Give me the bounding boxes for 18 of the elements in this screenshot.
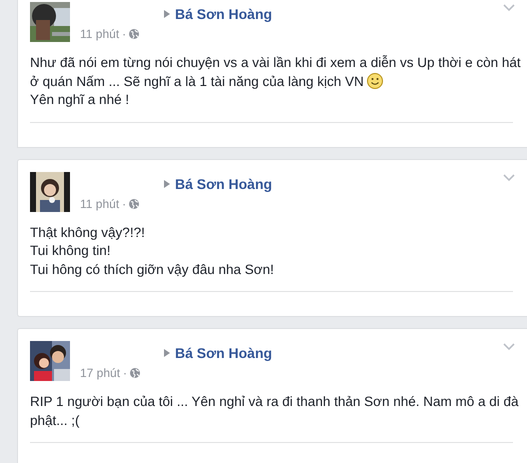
separator-dot: · (122, 196, 126, 210)
globe-icon (129, 29, 140, 39)
post-text: Yên nghĩ a nhé ! (30, 91, 130, 109)
post-text: Tui không tin! (30, 242, 112, 260)
post-text: Như đã nói em từng nói chuyện vs a vài lần khi đi xem a diễn vs Up thời e còn hát ở quán Nấm ... Sẽ nghĩ a là 1 tài năng của làng kịch VN (30, 54, 522, 91)
author-link[interactable]: Bá Sơn Hoàng (175, 6, 272, 22)
author-link[interactable]: Bá Sơn Hoàng (175, 176, 272, 192)
post-text: Thật không vậy?!?! (30, 224, 146, 242)
triangle-icon (164, 349, 170, 357)
separator-dot: · (122, 27, 126, 41)
post-text: RIP 1 người bạn của tôi ... Yên nghỉ và ra đi thanh thản Sơn nhé. Nam mô a di đà phật... ;( (30, 393, 520, 430)
globe-icon (130, 368, 140, 378)
author-link[interactable]: Bá Sơn Hoàng (175, 345, 272, 361)
globe-icon (129, 198, 140, 208)
separator-dot: · (123, 366, 128, 380)
triangle-icon (164, 10, 170, 18)
triangle-icon (164, 180, 170, 188)
post-text: Tui hông có thích giỡn vậy đâu nha Sơn! (30, 260, 275, 279)
